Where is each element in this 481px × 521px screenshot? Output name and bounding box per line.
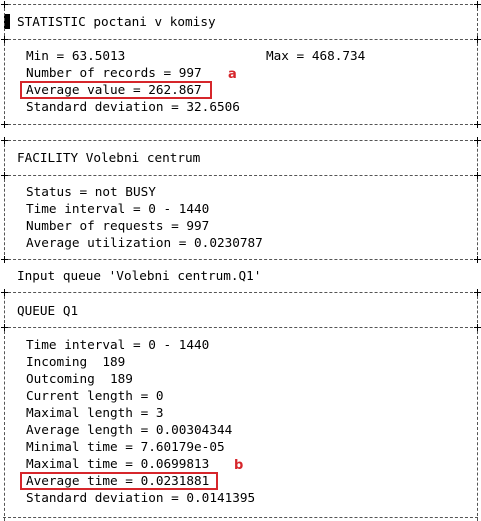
separator: [3, 140, 478, 141]
facility-utilization: Average utilization = 0.0230787: [26, 235, 263, 250]
left-border: [4, 179, 5, 255]
queue-current-length: Current length = 0: [26, 388, 164, 403]
separator: [3, 124, 478, 125]
right-border: [477, 43, 478, 119]
queue-maximal-time: Maximal time = 0.0699813: [26, 456, 210, 471]
queue-maximal-length: Maximal length = 3: [26, 405, 164, 420]
queue-title: QUEUE Q1: [17, 303, 79, 318]
separator: [3, 259, 478, 260]
stat-stddev: Standard deviation = 32.6506: [26, 99, 240, 114]
queue-incoming: Incoming 189: [26, 354, 126, 369]
left-border: [4, 43, 5, 119]
left-border: [4, 144, 5, 171]
highlight-box-a: [20, 81, 212, 99]
left-border: [4, 331, 5, 521]
queue-interval: Time interval = 0 - 1440: [26, 337, 210, 352]
right-border: [477, 179, 478, 255]
facility-title: FACILITY Volebni centrum: [17, 150, 201, 165]
separator: [3, 292, 478, 293]
corner-plus: [1, 256, 8, 263]
highlight-box-b: [20, 472, 218, 490]
stat-max: Max = 468.734: [266, 48, 366, 63]
corner-plus: [1, 289, 8, 296]
corner-plus: [1, 1, 8, 8]
annotation-marker-a: a: [228, 67, 237, 82]
queue-outcoming: Outcoming 189: [26, 371, 133, 386]
queue-average-length: Average length = 0.00304344: [26, 422, 233, 437]
corner-plus: [1, 121, 8, 128]
right-border: [477, 296, 478, 323]
statistic-title: STATISTIC poctani v komisy: [17, 14, 216, 29]
stat-records: Number of records = 997: [26, 65, 202, 80]
corner-plus: [474, 256, 481, 263]
separator: [3, 175, 478, 176]
corner-plus: [1, 172, 8, 179]
corner-plus: [474, 172, 481, 179]
left-border: [4, 8, 5, 36]
separator: [3, 517, 478, 518]
corner-plus: [474, 137, 481, 144]
corner-plus: [474, 121, 481, 128]
corner-plus: [1, 324, 8, 331]
corner-plus: [1, 137, 8, 144]
queue-stddev: Standard deviation = 0.0141395: [26, 490, 256, 505]
facility-status: Status = not BUSY: [26, 184, 156, 199]
facility-requests: Number of requests = 997: [26, 218, 210, 233]
corner-plus: [474, 1, 481, 8]
separator: [3, 39, 478, 40]
right-border: [477, 331, 478, 521]
input-queue-label: Input queue 'Volebni centrum.Q1': [17, 268, 262, 283]
right-border: [477, 144, 478, 171]
corner-plus: [474, 36, 481, 43]
right-border: [477, 8, 478, 36]
corner-plus: [474, 289, 481, 296]
queue-minimal-time: Minimal time = 7.60179e-05: [26, 439, 225, 454]
stat-min: Min = 63.5013: [26, 48, 126, 63]
corner-plus: [474, 324, 481, 331]
top-border: [3, 4, 478, 5]
annotation-marker-b: b: [234, 458, 244, 473]
corner-plus: [1, 36, 8, 43]
left-border: [4, 296, 5, 323]
facility-interval: Time interval = 0 - 1440: [26, 201, 210, 216]
separator: [3, 327, 478, 328]
